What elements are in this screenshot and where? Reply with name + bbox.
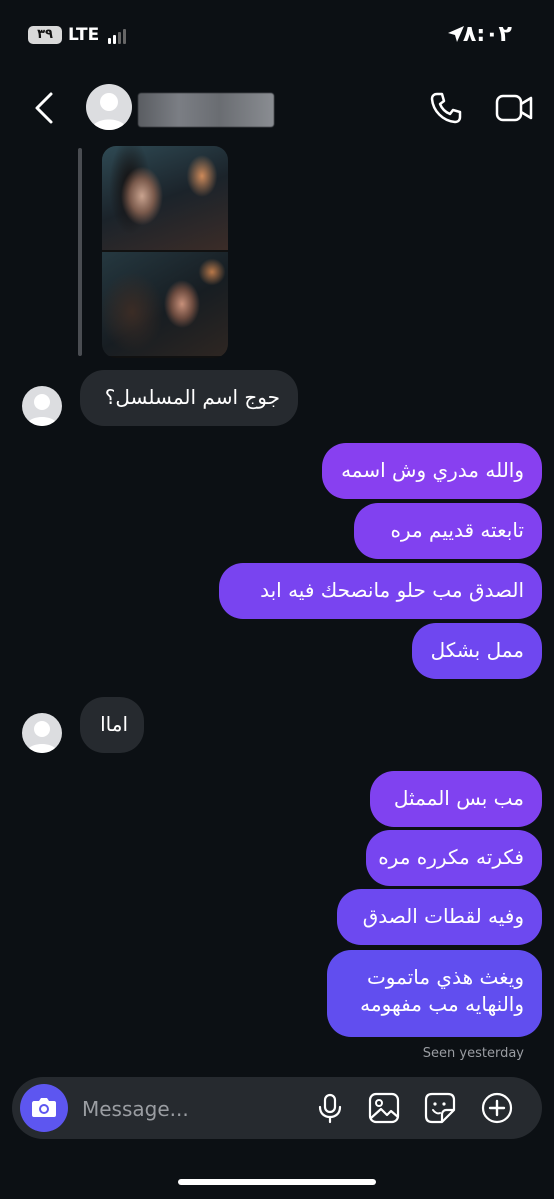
media-frame-bottom [102, 252, 228, 356]
add-icon[interactable] [481, 1092, 513, 1124]
message-text: فكرته مكرره مره [378, 845, 524, 869]
camera-button[interactable] [20, 1084, 68, 1132]
outgoing-message[interactable]: ويغث هذي ماتموت والنهايه مب مفهومه [327, 950, 542, 1037]
gallery-icon[interactable] [368, 1092, 400, 1124]
camera-icon [32, 1098, 56, 1117]
default-profile-icon [26, 394, 58, 426]
outgoing-message[interactable]: الصدق مب حلو مانصحك فيه ابد [219, 563, 542, 619]
message-text: تابعته قدييم مره [390, 518, 524, 542]
home-indicator [178, 1179, 376, 1185]
outgoing-message[interactable]: وفيه لقطات الصدق [337, 889, 542, 945]
default-profile-icon [26, 721, 58, 753]
contact-avatar[interactable] [86, 84, 132, 130]
network-type: LTE [68, 25, 100, 45]
phone-icon[interactable] [428, 90, 464, 126]
signal-icon [108, 28, 128, 44]
seen-status: Seen yesterday [422, 1046, 524, 1061]
video-camera-icon[interactable] [494, 92, 534, 124]
outgoing-message[interactable]: فكرته مكرره مره [366, 830, 542, 886]
sticker-icon[interactable] [424, 1092, 456, 1124]
microphone-icon[interactable] [314, 1092, 346, 1124]
shared-media-thumbnail[interactable] [102, 146, 228, 358]
message-text: جوج اسم المسلسل؟ [104, 385, 280, 409]
outgoing-message[interactable]: تابعته قدييم مره [354, 503, 542, 559]
status-time: ٨:٠٢ [462, 22, 512, 47]
incoming-message[interactable]: جوج اسم المسلسل؟ [80, 370, 298, 426]
outgoing-message[interactable]: والله مدري وش اسمه [322, 443, 542, 499]
message-text: الصدق مب حلو مانصحك فيه ابد [260, 578, 524, 602]
contact-name-redacted[interactable] [138, 93, 274, 127]
message-text: اماا [100, 712, 128, 736]
sender-avatar[interactable] [22, 386, 62, 426]
incoming-message[interactable]: اماا [80, 697, 144, 753]
message-text: مب بس الممثل [393, 786, 524, 810]
battery-indicator: ٣٩ [28, 26, 62, 44]
sender-avatar[interactable] [22, 713, 62, 753]
outgoing-message[interactable]: مب بس الممثل [370, 771, 542, 827]
message-text: ممل بشكل [430, 638, 524, 662]
message-text: والله مدري وش اسمه [341, 458, 524, 482]
message-text-line: ويغث هذي ماتموت [366, 965, 524, 989]
back-chevron-icon[interactable] [30, 90, 60, 126]
outgoing-message[interactable]: ممل بشكل [412, 623, 542, 679]
message-input[interactable] [80, 1092, 284, 1126]
message-text-line: والنهايه مب مفهومه [360, 992, 524, 1016]
default-profile-icon [91, 93, 127, 130]
reply-indicator-bar [78, 148, 82, 356]
message-text: وفيه لقطات الصدق [362, 904, 524, 928]
media-frame-top [102, 146, 228, 250]
